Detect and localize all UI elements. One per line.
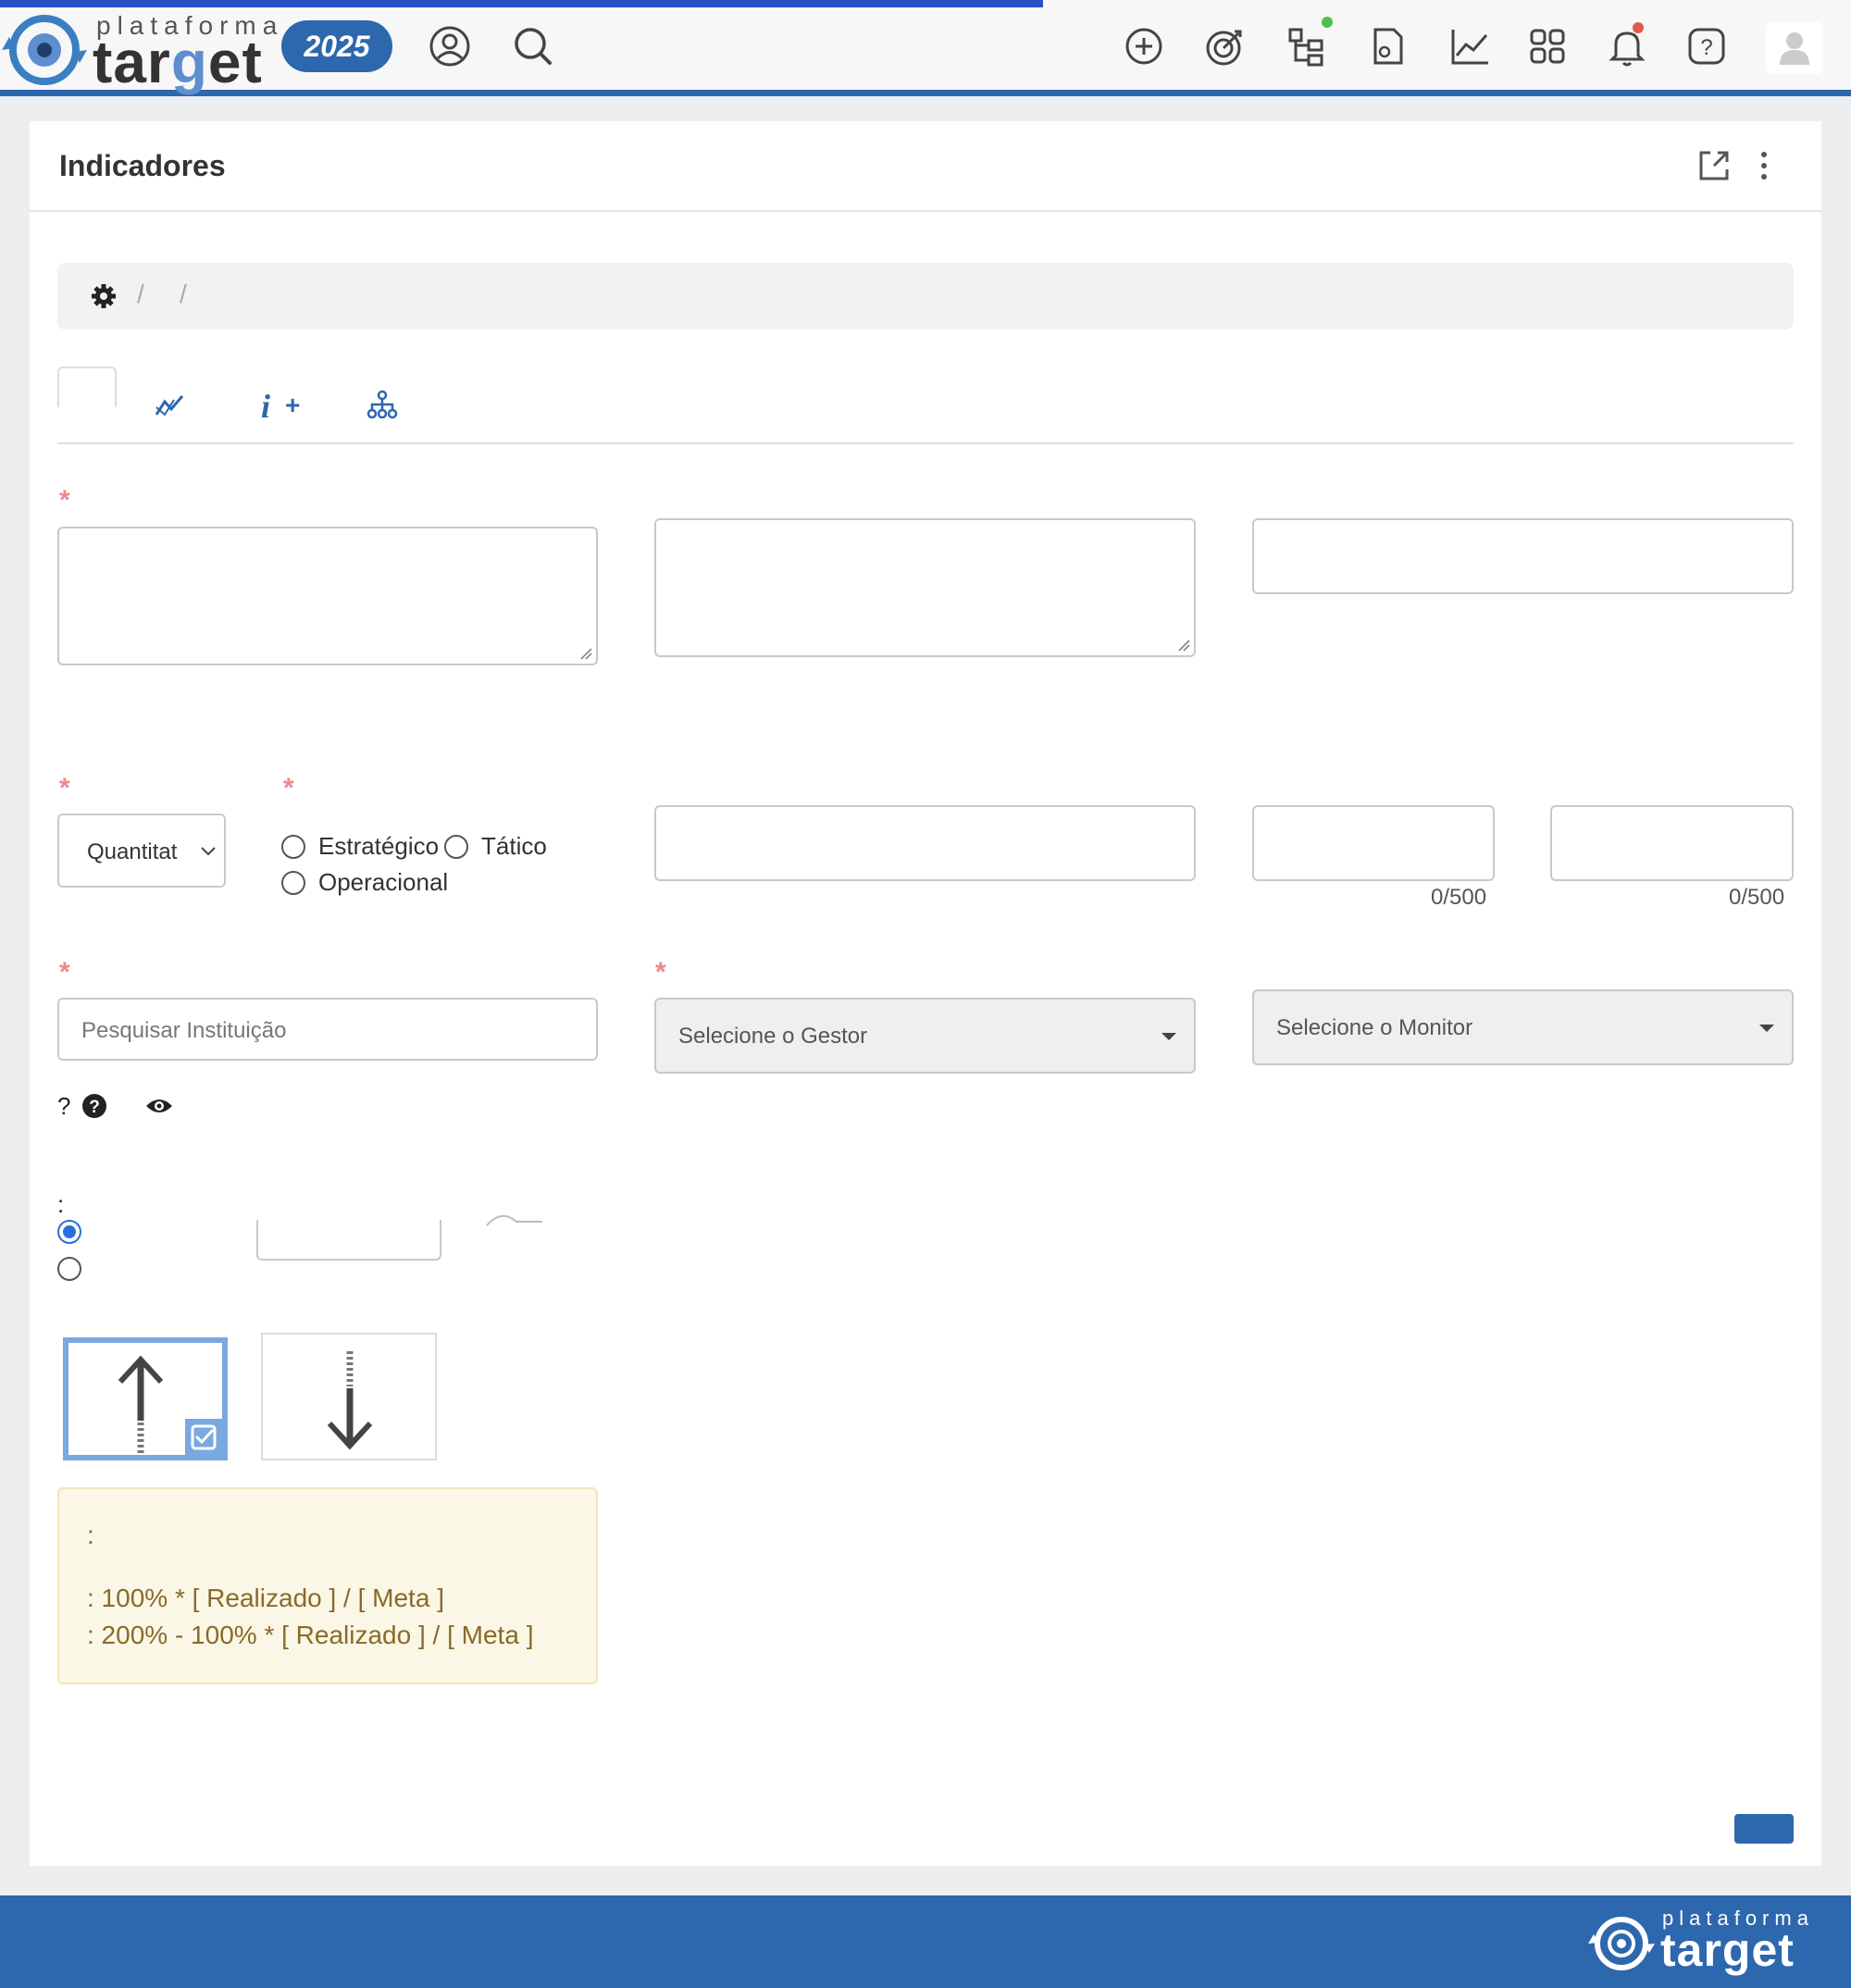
char-counter: 0/500 xyxy=(1431,885,1487,910)
breadcrumb-separator: / xyxy=(180,280,187,308)
plus-label: + xyxy=(285,391,301,419)
code-input[interactable] xyxy=(1252,518,1794,594)
logo-mark-icon xyxy=(2,15,87,85)
chart-line-icon[interactable] xyxy=(1446,22,1494,70)
open-external-icon[interactable] xyxy=(1696,147,1733,189)
year-badge[interactable]: 2025 xyxy=(281,20,392,72)
footer: plataforma target xyxy=(0,1895,1851,1988)
manager-placeholder: Selecione o Gestor xyxy=(678,1024,868,1049)
tab-general[interactable] xyxy=(57,367,117,407)
polarity-label: : xyxy=(57,1190,65,1218)
question-circle-icon[interactable]: ? xyxy=(81,1093,107,1119)
footer-logo: plataforma target xyxy=(1586,1907,1827,1981)
top-bar: plataforma target 2025 ? xyxy=(0,0,1851,96)
tab-evolution[interactable] xyxy=(154,389,185,425)
toggle-switch[interactable] xyxy=(485,1212,544,1227)
sitemap-icon xyxy=(366,390,398,419)
document-settings-icon[interactable] xyxy=(1364,22,1412,70)
arrow-up-icon xyxy=(118,1356,164,1456)
breadcrumb: / / xyxy=(57,263,1794,329)
footer-logo-big-text: target xyxy=(1660,1924,1795,1976)
info-icon: i xyxy=(261,388,271,425)
selected-check-icon xyxy=(185,1419,222,1456)
brand-logo[interactable]: plataforma target xyxy=(0,4,278,95)
search-icon[interactable] xyxy=(509,22,557,70)
monitor-select[interactable]: Selecione o Monitor xyxy=(1252,989,1794,1065)
tab-hierarchy[interactable] xyxy=(366,389,398,425)
monitor-placeholder: Selecione o Monitor xyxy=(1276,1015,1473,1040)
required-mark: * xyxy=(59,773,70,803)
info-line-3: : 200% - 100% * [ Realizado ] / [ Meta ] xyxy=(87,1621,534,1649)
level-operational-label: Operacional xyxy=(318,868,449,896)
type-select-value: Quantitat xyxy=(87,839,178,864)
value-input[interactable] xyxy=(256,1220,441,1261)
description-textarea[interactable] xyxy=(654,518,1196,657)
gear-icon[interactable] xyxy=(91,283,117,309)
level-strategic-label: Estratégico xyxy=(318,832,440,860)
required-mark: * xyxy=(283,773,294,803)
chevron-down-icon xyxy=(201,847,216,856)
card-header: Indicadores xyxy=(30,121,1821,212)
direction-down-option[interactable] xyxy=(261,1333,437,1460)
footer-logo-mark-icon xyxy=(1588,1917,1655,1970)
svg-text:?: ? xyxy=(1700,35,1712,60)
caret-down-icon xyxy=(1162,1033,1176,1040)
page-title: Indicadores xyxy=(59,149,226,182)
level-strategic-radio[interactable] xyxy=(281,835,305,859)
add-circle-icon[interactable] xyxy=(1120,22,1168,70)
profile-icon[interactable] xyxy=(426,22,474,70)
direction-up-option[interactable] xyxy=(63,1337,228,1460)
help-icon[interactable]: ? xyxy=(1683,22,1731,70)
svg-text:?: ? xyxy=(89,1098,100,1117)
chart-trend-icon xyxy=(155,395,184,416)
status-dot-green xyxy=(1322,17,1333,28)
level-operational-radio[interactable] xyxy=(281,871,305,895)
eye-icon[interactable] xyxy=(144,1096,174,1116)
institution-search-input[interactable]: Pesquisar Instituição xyxy=(57,998,598,1061)
manager-select[interactable]: Selecione o Gestor xyxy=(654,998,1196,1074)
institution-placeholder: Pesquisar Instituição xyxy=(81,1018,287,1043)
option-1-radio[interactable] xyxy=(57,1220,81,1244)
level-tactical-radio[interactable] xyxy=(444,835,468,859)
option-2-radio[interactable] xyxy=(57,1257,81,1281)
arrow-down-icon xyxy=(327,1351,373,1450)
bell-icon[interactable] xyxy=(1603,22,1651,70)
unit-input[interactable] xyxy=(654,805,1196,881)
more-options-icon[interactable] xyxy=(1757,147,1771,189)
info-line-1: : xyxy=(87,1521,94,1549)
breadcrumb-separator: / xyxy=(137,280,144,308)
required-mark: * xyxy=(59,485,70,516)
apps-grid-icon[interactable] xyxy=(1523,22,1571,70)
source-input[interactable] xyxy=(1550,805,1794,881)
target-icon[interactable] xyxy=(1201,22,1249,70)
resize-handle-icon[interactable] xyxy=(1177,639,1190,652)
caret-down-icon xyxy=(1759,1025,1774,1032)
resize-handle-icon[interactable] xyxy=(579,647,592,660)
hierarchy-icon[interactable] xyxy=(1283,22,1331,70)
required-mark: * xyxy=(655,957,666,988)
name-textarea[interactable] xyxy=(57,527,598,665)
tabs-divider xyxy=(57,442,1794,444)
required-mark: * xyxy=(59,957,70,988)
info-line-2: : 100% * [ Realizado ] / [ Meta ] xyxy=(87,1584,444,1612)
type-select[interactable]: Quantitat xyxy=(57,814,226,888)
user-avatar-icon[interactable] xyxy=(1766,22,1823,74)
char-counter: 0/500 xyxy=(1729,885,1785,910)
notification-dot xyxy=(1633,22,1644,33)
help-question-text: ? xyxy=(57,1092,71,1120)
save-button[interactable] xyxy=(1734,1814,1794,1844)
formula-info-box: : : 100% * [ Realizado ] / [ Meta ] : 20… xyxy=(57,1487,598,1684)
logo-big-text: target xyxy=(93,29,263,95)
level-tactical-label: Tático xyxy=(481,832,547,860)
formula-input[interactable] xyxy=(1252,805,1495,881)
